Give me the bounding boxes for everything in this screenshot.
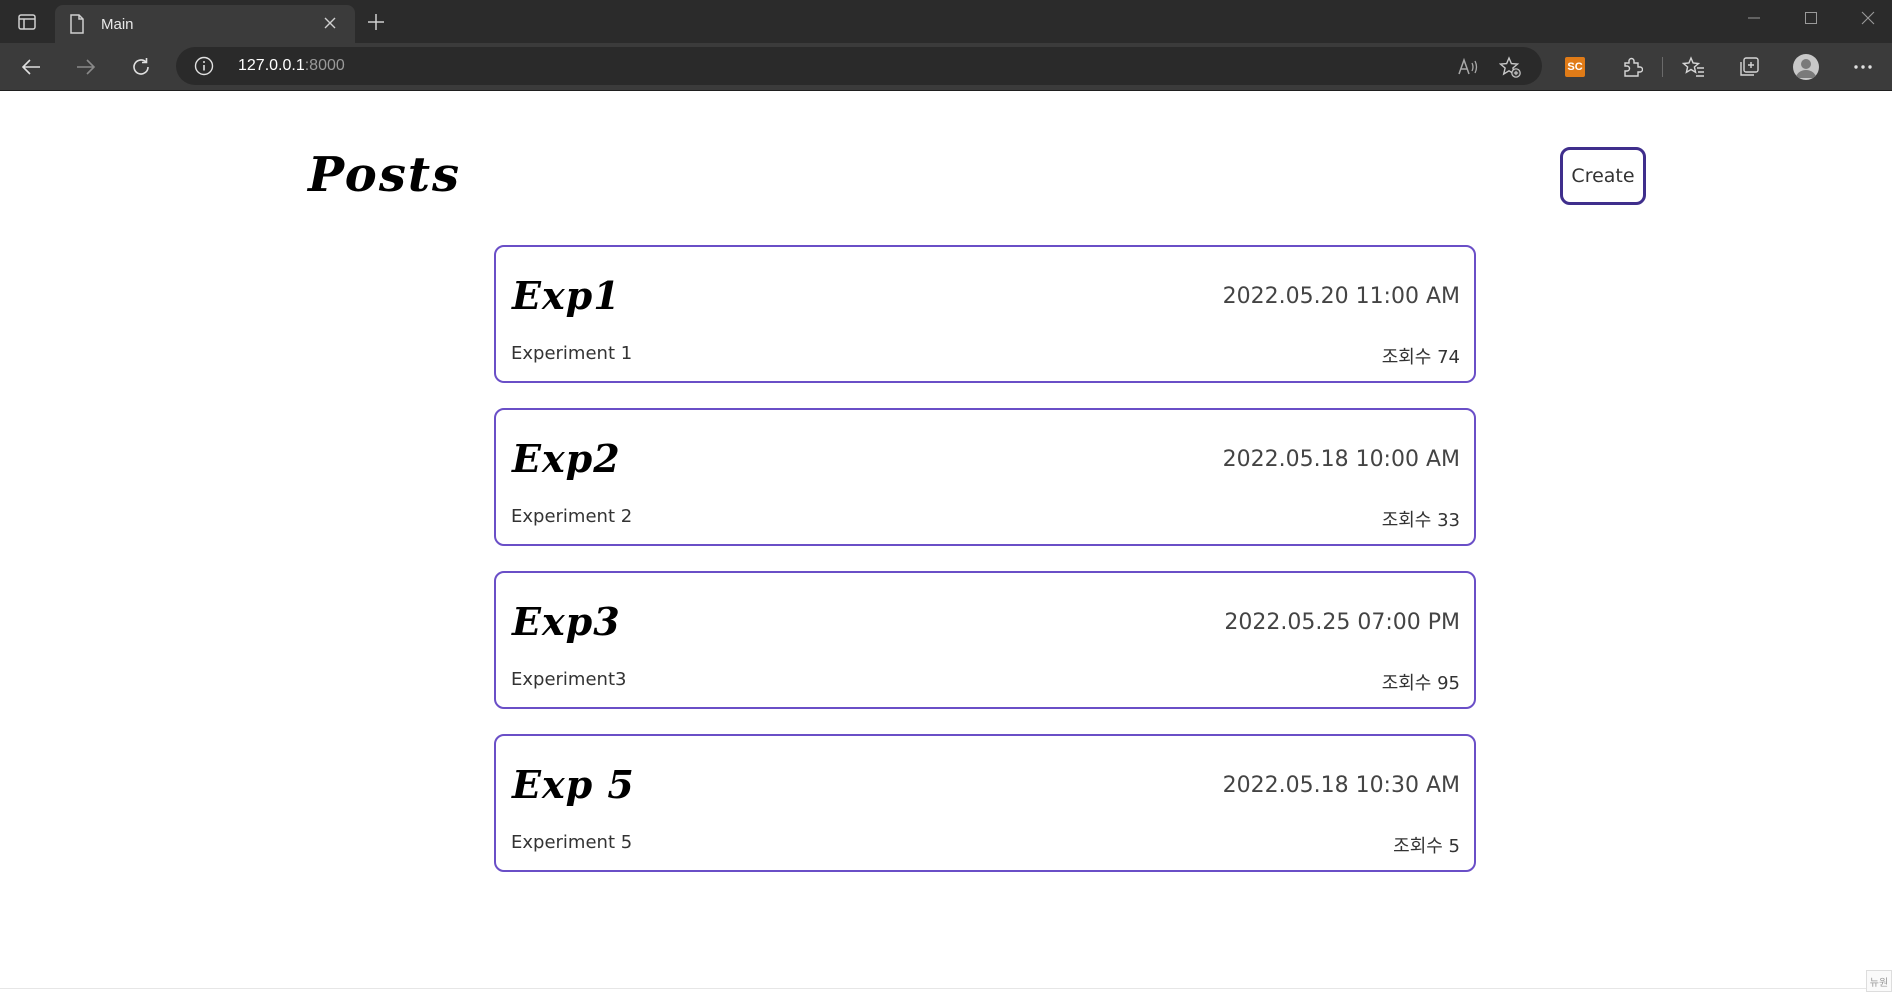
post-title: Exp 5 bbox=[512, 762, 635, 807]
forward-button[interactable] bbox=[69, 51, 103, 83]
avatar bbox=[1793, 54, 1819, 80]
new-tab-button[interactable] bbox=[362, 8, 390, 36]
post-date: 2022.05.20 11:00 AM bbox=[1222, 284, 1460, 309]
maximize-button[interactable] bbox=[1791, 4, 1831, 32]
read-aloud-icon bbox=[1458, 58, 1478, 75]
close-icon bbox=[1861, 11, 1875, 25]
read-aloud-button[interactable] bbox=[1456, 56, 1480, 78]
post-card[interactable]: Exp1 2022.05.20 11:00 AM Experiment 1 조회… bbox=[494, 245, 1476, 383]
post-title: Exp2 bbox=[512, 436, 621, 481]
post-card[interactable]: Exp2 2022.05.18 10:00 AM Experiment 2 조회… bbox=[494, 408, 1476, 546]
refresh-icon bbox=[133, 58, 149, 75]
puzzle-icon bbox=[1624, 57, 1643, 77]
url-host: 127.0.0.1 bbox=[238, 57, 305, 74]
plus-icon bbox=[368, 14, 384, 30]
settings-more-button[interactable] bbox=[1847, 51, 1879, 83]
tab-close-button[interactable] bbox=[319, 12, 341, 34]
post-views: 조회수 74 bbox=[1381, 347, 1460, 368]
refresh-button[interactable] bbox=[124, 51, 158, 83]
browser-titlebar: Main bbox=[0, 0, 1892, 43]
profile-button[interactable] bbox=[1790, 51, 1822, 83]
post-description: Experiment 2 bbox=[511, 506, 633, 527]
post-views: 조회수 95 bbox=[1381, 673, 1460, 694]
minimize-icon bbox=[1748, 17, 1760, 19]
add-favorite-button[interactable] bbox=[1498, 56, 1522, 78]
tab-actions-button[interactable] bbox=[14, 10, 40, 34]
create-button[interactable]: Create bbox=[1560, 147, 1646, 205]
url-text[interactable]: 127.0.0.1:8000 bbox=[238, 57, 345, 75]
info-icon[interactable] bbox=[194, 56, 214, 76]
arrow-left-icon bbox=[21, 59, 40, 75]
favorites-icon bbox=[1682, 56, 1704, 77]
page-content: Posts Create Exp1 2022.05.20 11:00 AM Ex… bbox=[0, 91, 1892, 992]
minimize-button[interactable] bbox=[1734, 4, 1774, 32]
arrow-right-icon bbox=[77, 59, 96, 75]
post-title: Exp1 bbox=[512, 273, 621, 318]
collections-icon bbox=[1740, 57, 1759, 76]
tab-panel-icon bbox=[18, 14, 36, 30]
page-icon bbox=[70, 14, 84, 34]
post-date: 2022.05.18 10:00 AM bbox=[1222, 447, 1460, 472]
tab-title: Main bbox=[101, 16, 134, 33]
toolbar-divider bbox=[1662, 57, 1663, 77]
post-date: 2022.05.25 07:00 PM bbox=[1224, 610, 1460, 635]
back-button[interactable] bbox=[14, 51, 48, 83]
more-icon bbox=[1854, 65, 1872, 69]
maximize-icon bbox=[1805, 12, 1817, 24]
sc-extension-button[interactable]: SC bbox=[1559, 51, 1591, 83]
browser-toolbar: 127.0.0.1:8000 SC bbox=[0, 43, 1892, 91]
sc-extension-icon: SC bbox=[1565, 57, 1585, 77]
favorites-button[interactable] bbox=[1678, 51, 1710, 83]
close-icon bbox=[324, 17, 336, 29]
url-port: :8000 bbox=[304, 57, 345, 74]
post-views: 조회수 5 bbox=[1393, 836, 1460, 857]
user-icon bbox=[1796, 59, 1816, 78]
close-window-button[interactable] bbox=[1848, 4, 1888, 32]
post-list: Exp1 2022.05.20 11:00 AM Experiment 1 조회… bbox=[494, 245, 1476, 897]
post-card[interactable]: Exp3 2022.05.25 07:00 PM Experiment3 조회수… bbox=[494, 571, 1476, 709]
post-description: Experiment 1 bbox=[511, 343, 633, 364]
post-views: 조회수 33 bbox=[1381, 510, 1460, 531]
extensions-button[interactable] bbox=[1616, 51, 1648, 83]
page-divider bbox=[0, 988, 1892, 989]
collections-button[interactable] bbox=[1733, 51, 1765, 83]
tab-main[interactable]: Main bbox=[55, 5, 355, 43]
post-title: Exp3 bbox=[512, 599, 621, 644]
page-title: Posts bbox=[308, 147, 462, 203]
post-date: 2022.05.18 10:30 AM bbox=[1222, 773, 1460, 798]
post-description: Experiment3 bbox=[511, 669, 627, 690]
address-bar[interactable]: 127.0.0.1:8000 bbox=[176, 47, 1542, 85]
post-card[interactable]: Exp 5 2022.05.18 10:30 AM Experiment 5 조… bbox=[494, 734, 1476, 872]
corner-badge: 뉴원 bbox=[1866, 970, 1892, 992]
star-add-icon bbox=[1499, 56, 1521, 78]
post-description: Experiment 5 bbox=[511, 832, 633, 853]
